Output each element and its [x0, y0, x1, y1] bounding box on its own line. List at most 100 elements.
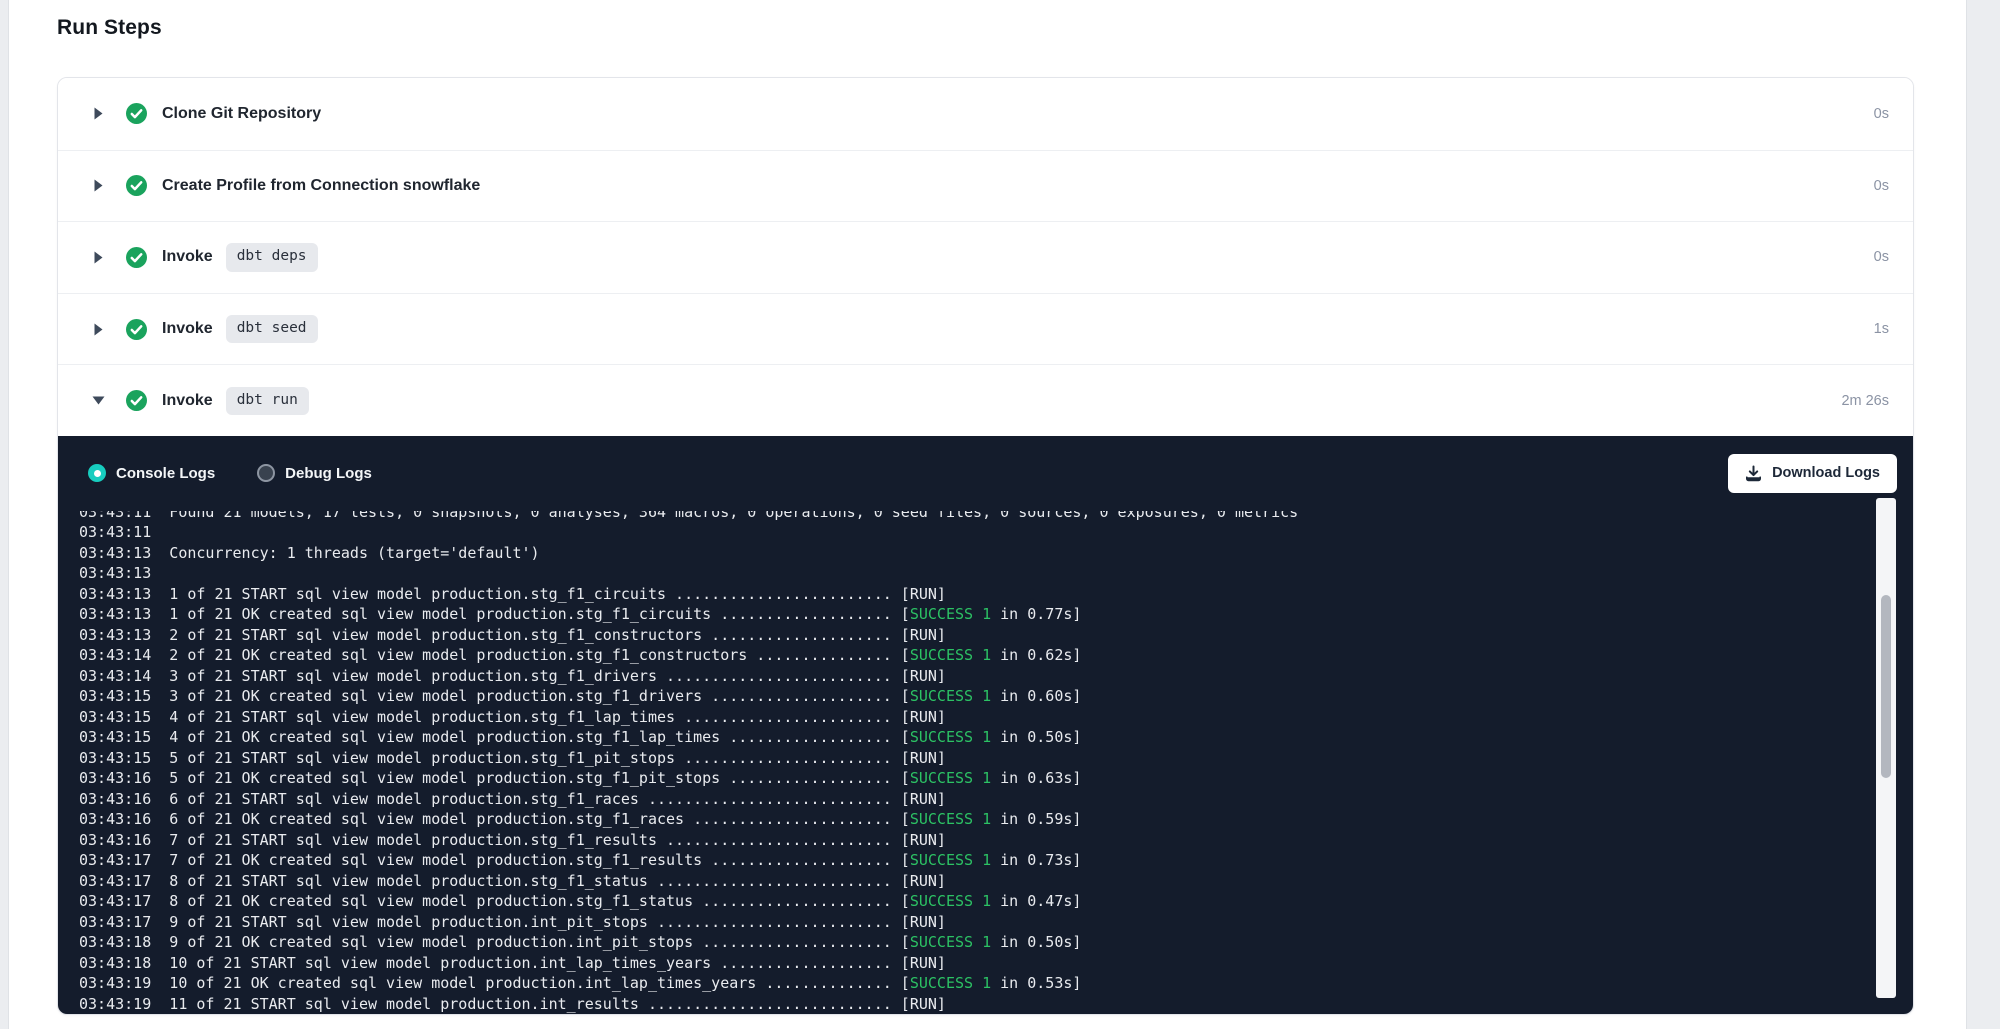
- log-line: 03:43:13 1 of 21 START sql view model pr…: [79, 584, 1913, 605]
- download-logs-label: Download Logs: [1772, 465, 1880, 481]
- log-timestamp: 03:43:13: [79, 564, 151, 582]
- step-label: Invoke: [162, 392, 213, 410]
- step-row-dbt-run[interactable]: Invokedbt run2m 26s: [58, 364, 1913, 436]
- command-pill: dbt deps: [226, 243, 318, 271]
- log-line: 03:43:11 Found 21 models, 17 tests, 0 sn…: [79, 511, 1913, 523]
- log-timestamp: 03:43:15: [79, 687, 151, 705]
- log-timestamp: 03:43:13: [79, 626, 151, 644]
- log-timestamp: 03:43:18: [79, 933, 151, 951]
- log-line: 03:43:11: [79, 522, 1913, 543]
- log-line: 03:43:16 5 of 21 OK created sql view mod…: [79, 768, 1913, 789]
- log-success-status: SUCCESS 1: [910, 769, 991, 787]
- log-success-status: SUCCESS 1: [910, 728, 991, 746]
- log-line: 03:43:15 4 of 21 OK created sql view mod…: [79, 727, 1913, 748]
- success-check-icon: [126, 175, 147, 196]
- log-line: 03:43:16 6 of 21 OK created sql view mod…: [79, 809, 1913, 830]
- log-line: 03:43:13 2 of 21 START sql view model pr…: [79, 625, 1913, 646]
- console-panel: Console Logs Debug Logs Download Logs 03…: [58, 436, 1913, 1015]
- console-logs-label: Console Logs: [116, 465, 215, 482]
- log-success-status: SUCCESS 1: [910, 605, 991, 623]
- step-duration: 1s: [1874, 321, 1889, 337]
- log-line: 03:43:14 3 of 21 START sql view model pr…: [79, 666, 1913, 687]
- log-timestamp: 03:43:13: [79, 544, 151, 562]
- log-timestamp: 03:43:18: [79, 954, 151, 972]
- log-timestamp: 03:43:13: [79, 605, 151, 623]
- log-success-status: SUCCESS 1: [910, 892, 991, 910]
- log-success-status: SUCCESS 1: [910, 974, 991, 992]
- log-timestamp: 03:43:15: [79, 708, 151, 726]
- run-steps-card: Clone Git Repository0sCreate Profile fro…: [57, 77, 1914, 1015]
- log-line: 03:43:13 1 of 21 OK created sql view mod…: [79, 604, 1913, 625]
- log-line: 03:43:15 3 of 21 OK created sql view mod…: [79, 686, 1913, 707]
- log-timestamp: 03:43:19: [79, 995, 151, 1013]
- step-row-dbt-deps[interactable]: Invoke dbt deps 0s: [58, 221, 1913, 293]
- log-line: 03:43:14 2 of 21 OK created sql view mod…: [79, 645, 1913, 666]
- run-steps-list: Clone Git Repository0sCreate Profile fro…: [58, 78, 1913, 436]
- console-logs-radio-group[interactable]: Console Logs: [88, 464, 215, 482]
- chevron-down-icon[interactable]: [91, 394, 105, 408]
- step-duration: 0s: [1874, 178, 1889, 194]
- step-duration: 0s: [1874, 249, 1889, 265]
- log-timestamp: 03:43:16: [79, 790, 151, 808]
- log-timestamp: 03:43:17: [79, 913, 151, 931]
- log-success-status: SUCCESS 1: [910, 687, 991, 705]
- log-timestamp: 03:43:16: [79, 810, 151, 828]
- log-success-status: SUCCESS 1: [910, 851, 991, 869]
- page-left-gutter: [0, 0, 9, 1029]
- log-line: 03:43:17 7 of 21 OK created sql view mod…: [79, 850, 1913, 871]
- log-line: 03:43:18 9 of 21 OK created sql view mod…: [79, 932, 1913, 953]
- console-log-viewport[interactable]: 03:43:11 Found 21 models, 17 tests, 0 sn…: [58, 511, 1913, 1015]
- log-timestamp: 03:43:17: [79, 851, 151, 869]
- log-timestamp: 03:43:16: [79, 831, 151, 849]
- log-line: 03:43:15 4 of 21 START sql view model pr…: [79, 707, 1913, 728]
- page-right-gutter: [1966, 0, 2000, 1029]
- log-line: 03:43:15 5 of 21 START sql view model pr…: [79, 748, 1913, 769]
- chevron-right-icon[interactable]: [91, 250, 105, 264]
- log-timestamp: 03:43:13: [79, 585, 151, 603]
- step-row-dbt-seed[interactable]: Invokedbt seed1s: [58, 293, 1913, 365]
- success-check-icon: [126, 247, 147, 268]
- log-line: 03:43:18 10 of 21 START sql view model p…: [79, 953, 1913, 974]
- download-icon: [1745, 465, 1762, 482]
- step-label: Clone Git Repository: [162, 105, 321, 123]
- debug-logs-radio-group[interactable]: Debug Logs: [257, 464, 372, 482]
- step-label: Invoke: [162, 248, 213, 266]
- log-line: 03:43:16 7 of 21 START sql view model pr…: [79, 830, 1913, 851]
- console-log-lines: 03:43:11 Found 21 models, 17 tests, 0 sn…: [79, 511, 1913, 1015]
- console-logs-radio[interactable]: [88, 464, 106, 482]
- radio-dot: [94, 470, 101, 477]
- console-scrollbar-thumb[interactable]: [1881, 595, 1891, 778]
- log-line: 03:43:19 10 of 21 OK created sql view mo…: [79, 973, 1913, 994]
- chevron-right-icon[interactable]: [91, 322, 105, 336]
- page-title: Run Steps: [57, 16, 162, 40]
- success-check-icon: [126, 390, 147, 411]
- step-row-clone-git-repository[interactable]: Clone Git Repository 0s: [58, 78, 1913, 150]
- debug-logs-radio[interactable]: [257, 464, 275, 482]
- step-label: Create Profile from Connection snowflake: [162, 177, 480, 195]
- log-timestamp: 03:43:15: [79, 728, 151, 746]
- log-success-status: SUCCESS 1: [910, 810, 991, 828]
- log-timestamp: 03:43:16: [79, 769, 151, 787]
- success-check-icon: [126, 319, 147, 340]
- log-line: 03:43:17 8 of 21 OK created sql view mod…: [79, 891, 1913, 912]
- step-duration: 0s: [1874, 106, 1889, 122]
- log-timestamp: 03:43:14: [79, 646, 151, 664]
- log-timestamp: 03:43:19: [79, 974, 151, 992]
- chevron-right-icon[interactable]: [91, 107, 105, 121]
- log-line: 03:43:17 9 of 21 START sql view model pr…: [79, 912, 1913, 933]
- log-success-status: SUCCESS 1: [910, 646, 991, 664]
- log-timestamp: 03:43:14: [79, 667, 151, 685]
- log-line: 03:43:19 11 of 21 START sql view model p…: [79, 994, 1913, 1015]
- log-timestamp: 03:43:17: [79, 892, 151, 910]
- download-logs-button[interactable]: Download Logs: [1728, 454, 1897, 493]
- chevron-right-icon[interactable]: [91, 179, 105, 193]
- step-row-create-profile-from-connection-snowflake[interactable]: Create Profile from Connection snowflake…: [58, 150, 1913, 222]
- log-line: 03:43:17 8 of 21 START sql view model pr…: [79, 871, 1913, 892]
- log-timestamp: 03:43:17: [79, 872, 151, 890]
- success-check-icon: [126, 103, 147, 124]
- log-success-status: SUCCESS 1: [910, 933, 991, 951]
- console-scrollbar-track[interactable]: [1876, 498, 1896, 998]
- log-timestamp: 03:43:15: [79, 749, 151, 767]
- step-label: Invoke: [162, 320, 213, 338]
- debug-logs-label: Debug Logs: [285, 465, 372, 482]
